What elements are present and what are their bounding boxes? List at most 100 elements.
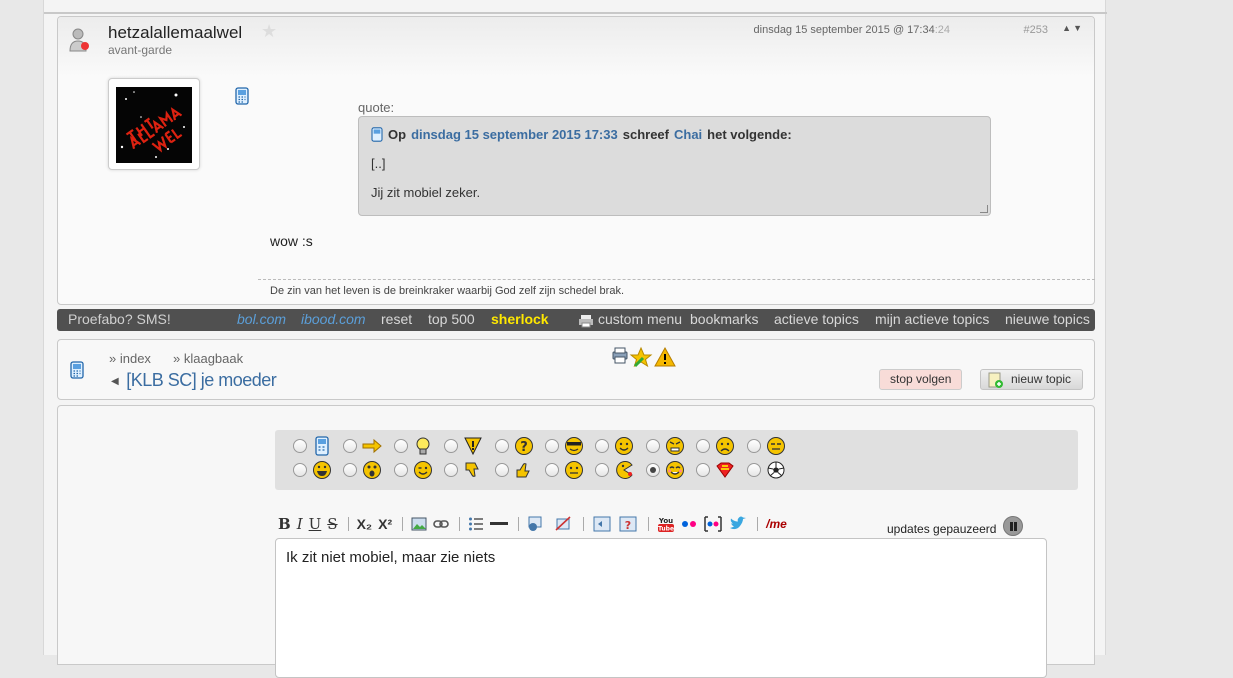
pause-icon[interactable] bbox=[1003, 516, 1023, 536]
quote-mid: schreef bbox=[622, 127, 669, 142]
nav-top500-link[interactable]: top 500 bbox=[428, 311, 475, 327]
quote-author-link[interactable]: Chai bbox=[674, 127, 702, 142]
icon-option[interactable] bbox=[696, 436, 746, 456]
icon-radio[interactable] bbox=[645, 439, 660, 453]
topic-mobile-icon bbox=[70, 361, 84, 382]
icon-radio[interactable] bbox=[444, 439, 459, 453]
icon-option[interactable] bbox=[444, 436, 494, 456]
nav-bol-link[interactable]: bol.com bbox=[237, 311, 286, 327]
icon-option[interactable] bbox=[544, 460, 595, 480]
icon-option[interactable] bbox=[494, 460, 545, 480]
icon-radio[interactable] bbox=[293, 463, 307, 477]
new-topic-label[interactable]: nieuw topic bbox=[1011, 372, 1071, 386]
icon-radio[interactable] bbox=[393, 463, 408, 477]
post-nav-arrows-icon[interactable]: ▲▼ bbox=[1062, 23, 1084, 33]
triangle-left-icon[interactable]: ◀ bbox=[111, 376, 119, 387]
icon-option[interactable] bbox=[343, 460, 393, 480]
icon-option[interactable] bbox=[645, 460, 696, 480]
quote-date-link[interactable]: dinsdag 15 september 2015 17:33 bbox=[411, 127, 618, 142]
youtube-icon[interactable]: You Tube bbox=[657, 515, 675, 533]
flickr-embed-icon[interactable] bbox=[703, 515, 723, 533]
icon-radio[interactable] bbox=[696, 463, 711, 477]
nav-bookmarks-link[interactable]: bookmarks bbox=[690, 311, 758, 327]
superscript-button[interactable]: X² bbox=[378, 516, 392, 532]
nav-custom-menu-link[interactable]: custom menu bbox=[598, 311, 682, 327]
unfollow-button[interactable]: stop volgen bbox=[879, 369, 963, 390]
nav-active-topics-link[interactable]: actieve topics bbox=[774, 311, 859, 327]
nav-promo-link[interactable]: Proefabo? SMS! bbox=[68, 311, 171, 327]
list-icon[interactable] bbox=[468, 516, 484, 532]
icon-radio[interactable] bbox=[343, 439, 358, 453]
me-button[interactable]: /me bbox=[766, 517, 787, 531]
bookmark-star-icon bbox=[629, 346, 653, 368]
icon-option[interactable] bbox=[645, 436, 696, 456]
icon-option[interactable] bbox=[444, 460, 494, 480]
italic-button[interactable]: I bbox=[297, 515, 303, 533]
icon-radio[interactable] bbox=[343, 463, 358, 477]
quote-icon[interactable] bbox=[527, 515, 547, 533]
subscript-button[interactable]: X₂ bbox=[357, 516, 373, 532]
phone-icon bbox=[315, 436, 329, 456]
reply-textarea[interactable]: Ik zit niet mobiel, maar zie niets bbox=[275, 538, 1047, 678]
icon-option[interactable] bbox=[696, 460, 746, 480]
nav-sherlock-link[interactable]: sherlock bbox=[491, 311, 549, 327]
icon-radio[interactable] bbox=[696, 439, 711, 453]
twitter-icon[interactable] bbox=[729, 516, 747, 532]
icon-radio[interactable] bbox=[595, 439, 610, 453]
horizontal-rule-icon[interactable] bbox=[490, 516, 509, 532]
breadcrumb-index[interactable]: » index bbox=[109, 351, 151, 366]
reply-icon[interactable] bbox=[592, 515, 612, 533]
link-icon[interactable] bbox=[433, 516, 449, 532]
icon-option[interactable] bbox=[746, 460, 797, 480]
icon-option[interactable]: ? bbox=[494, 436, 545, 456]
help-icon[interactable]: ? bbox=[618, 515, 638, 533]
flickr-icon[interactable] bbox=[681, 516, 697, 532]
nav-new-topics-link[interactable]: nieuwe topics bbox=[1005, 311, 1090, 327]
bold-button[interactable]: B bbox=[278, 515, 291, 533]
icon-option[interactable] bbox=[293, 436, 343, 456]
icon-radio-selected[interactable] bbox=[645, 463, 660, 477]
icon-radio[interactable] bbox=[444, 463, 459, 477]
underline-button[interactable]: U bbox=[309, 515, 322, 533]
icon-option[interactable] bbox=[746, 436, 797, 456]
unquote-icon[interactable] bbox=[553, 515, 573, 533]
topic-title[interactable]: ◀ [KLB SC] je moeder bbox=[111, 370, 277, 391]
icon-radio[interactable] bbox=[746, 463, 761, 477]
icon-option[interactable] bbox=[293, 460, 343, 480]
image-icon[interactable] bbox=[411, 516, 427, 532]
arrow-icon bbox=[362, 438, 383, 454]
post-number[interactable]: #253 bbox=[1024, 24, 1048, 36]
svg-text:Tube: Tube bbox=[658, 526, 674, 533]
icon-option[interactable] bbox=[343, 436, 393, 456]
user-icon[interactable] bbox=[68, 27, 90, 53]
icon-radio[interactable] bbox=[494, 439, 509, 453]
avatar[interactable] bbox=[108, 78, 200, 170]
icon-radio[interactable] bbox=[293, 439, 307, 453]
nav-reset-link[interactable]: reset bbox=[381, 311, 412, 327]
icon-radio[interactable] bbox=[544, 439, 559, 453]
icon-option[interactable] bbox=[544, 436, 595, 456]
quote-ellipsis[interactable]: [..] bbox=[371, 156, 978, 171]
quote-prefix: Op bbox=[388, 127, 407, 142]
nav-my-active-topics-link[interactable]: mijn actieve topics bbox=[875, 311, 989, 327]
topic-title-text[interactable]: [KLB SC] je moeder bbox=[126, 370, 277, 390]
icon-radio[interactable] bbox=[544, 463, 559, 477]
icon-radio[interactable] bbox=[393, 439, 408, 453]
icon-radio[interactable] bbox=[595, 463, 610, 477]
icon-radio[interactable] bbox=[746, 439, 761, 453]
avatar-image bbox=[116, 87, 192, 163]
icon-option[interactable] bbox=[595, 460, 645, 480]
star-icon[interactable]: ★ bbox=[261, 21, 277, 42]
resize-grip-icon[interactable] bbox=[980, 205, 988, 213]
icon-option[interactable] bbox=[393, 460, 444, 480]
topic-header: » index » klaagbaak ◀ [KLB SC] je moeder … bbox=[57, 339, 1095, 400]
icon-radio[interactable] bbox=[494, 463, 509, 477]
print-icon bbox=[612, 347, 628, 364]
icon-option[interactable] bbox=[595, 436, 645, 456]
icon-option[interactable] bbox=[393, 436, 444, 456]
post-username[interactable]: hetzalallemaalwel bbox=[108, 23, 242, 43]
new-topic-button[interactable]: nieuw topic bbox=[980, 369, 1083, 390]
nav-ibood-link[interactable]: ibood.com bbox=[301, 311, 366, 327]
breadcrumb-klaagbaak[interactable]: » klaagbaak bbox=[173, 351, 243, 366]
strikethrough-button[interactable]: S bbox=[327, 515, 337, 533]
